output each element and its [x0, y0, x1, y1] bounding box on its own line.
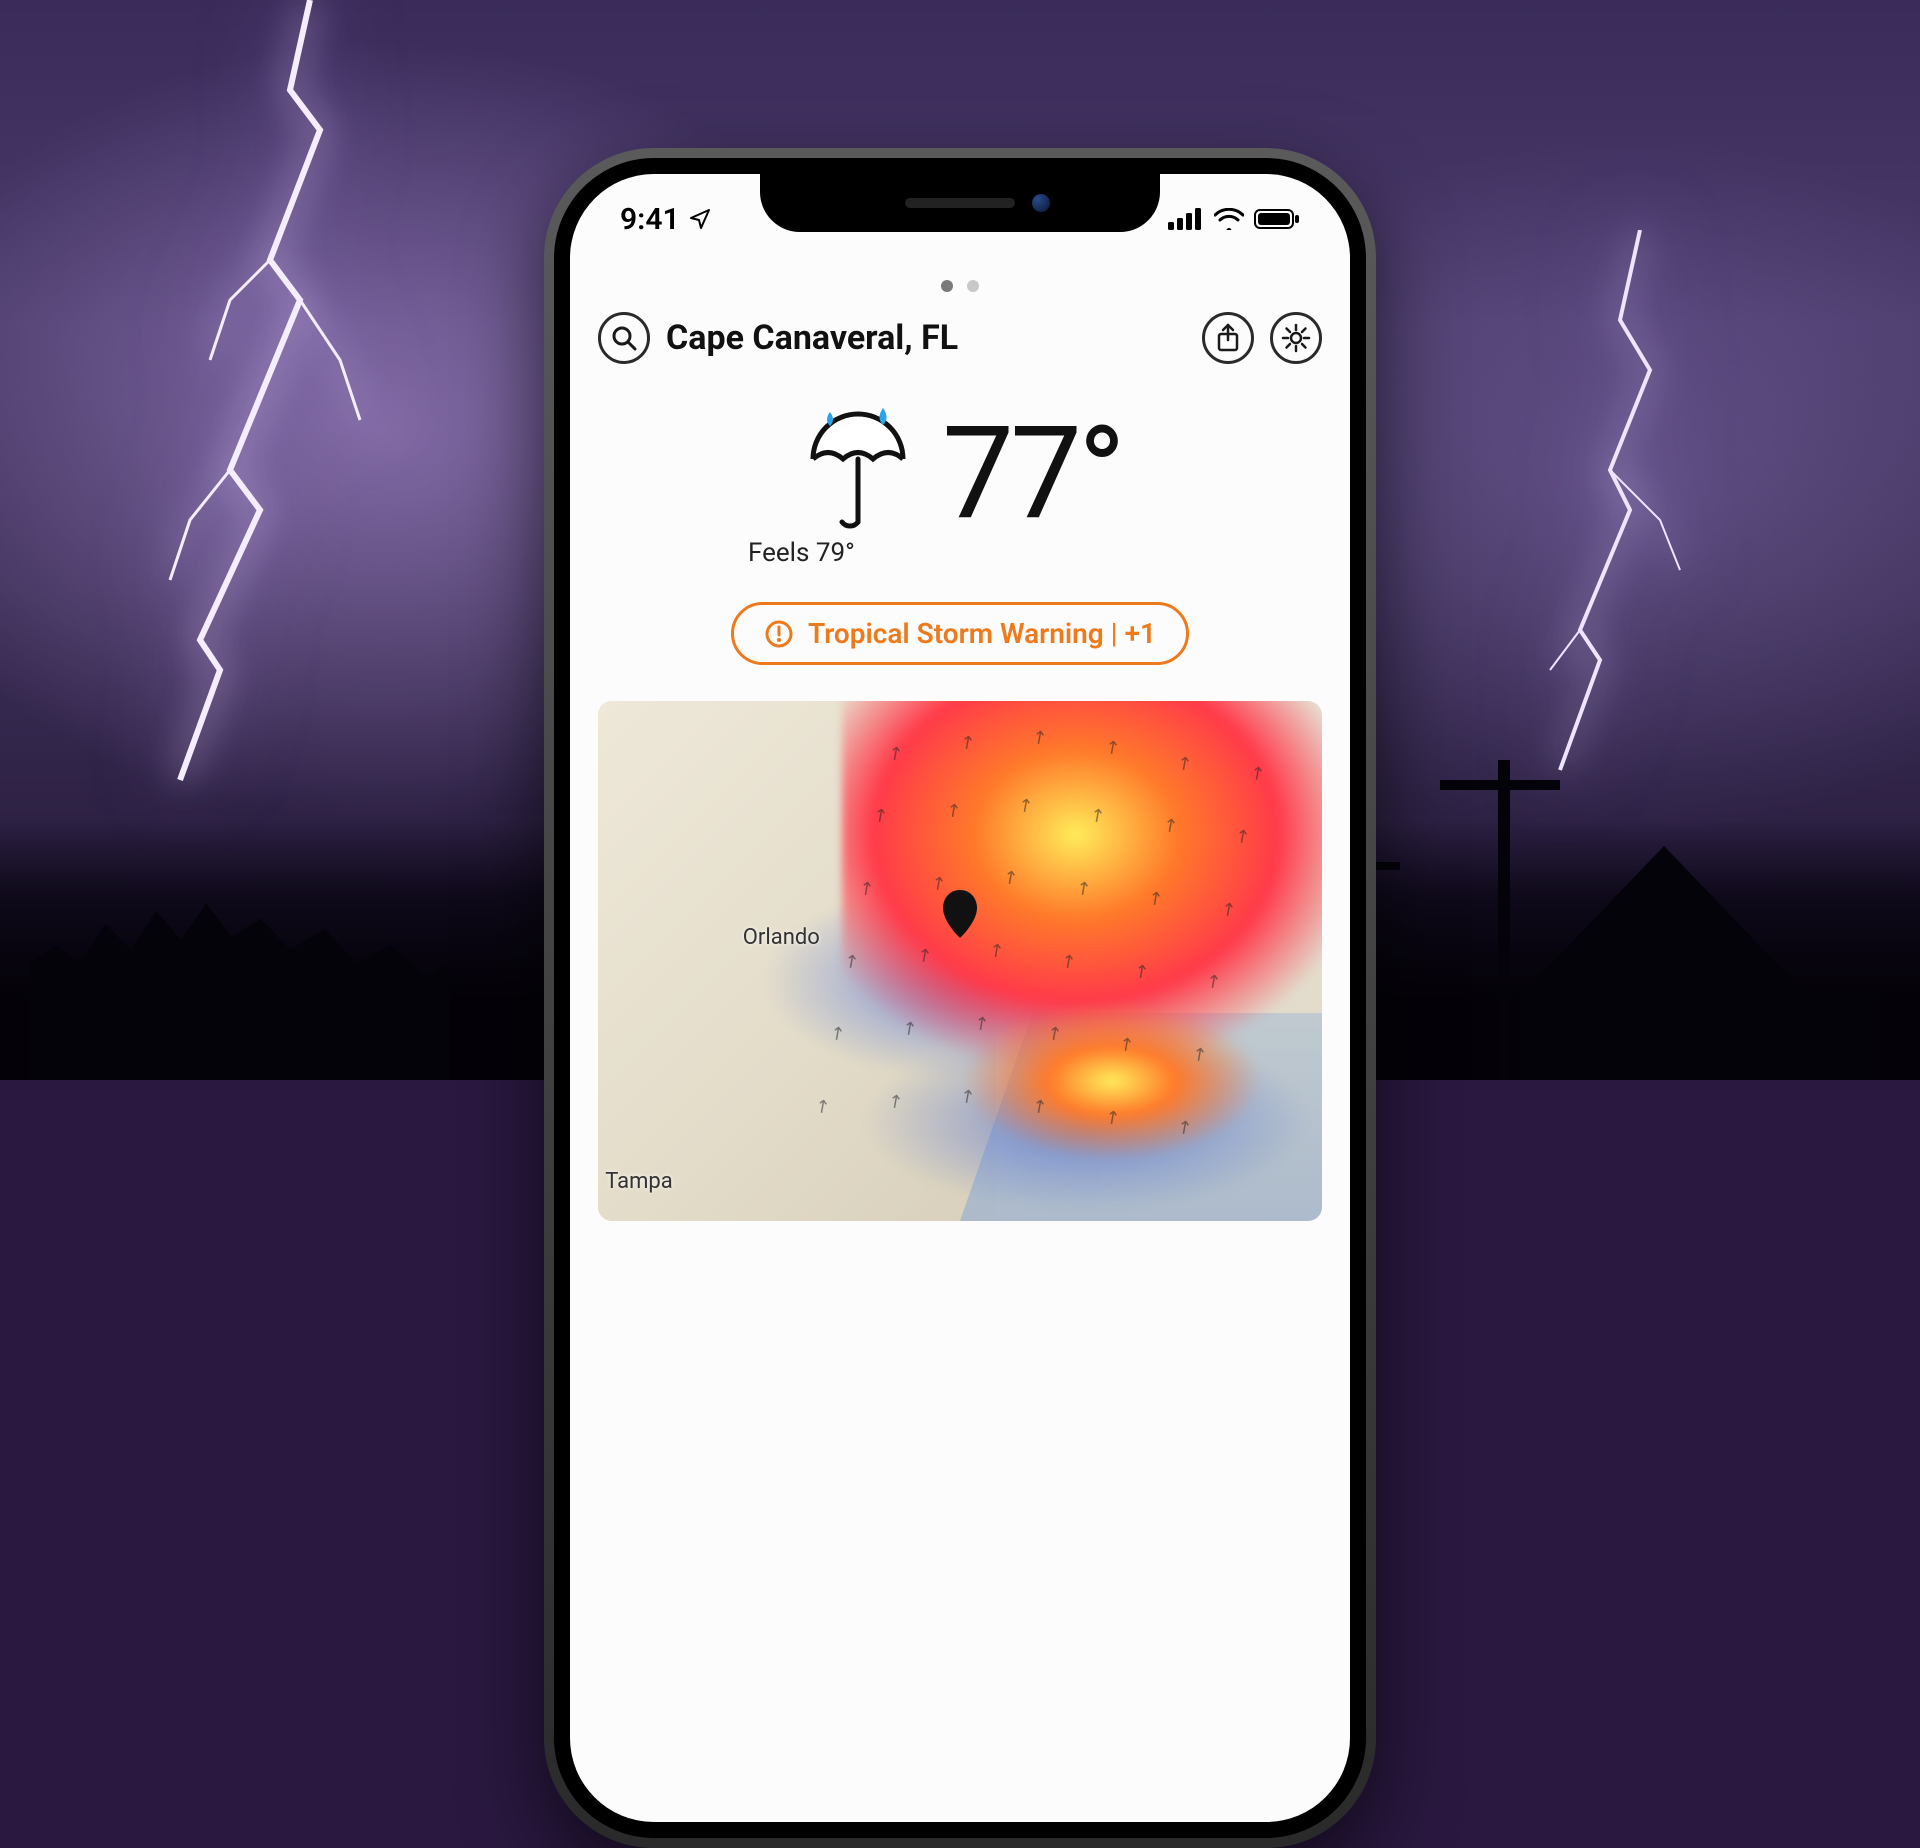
page-dot — [967, 280, 979, 292]
current-conditions: 77° — [598, 404, 1322, 544]
weather-alert-button[interactable]: Tropical Storm Warning | +1 — [731, 602, 1189, 665]
location-title[interactable]: Cape Canaveral, FL — [666, 318, 1186, 358]
page-dot-active — [941, 280, 953, 292]
alert-text: Tropical Storm Warning | +1 — [808, 617, 1156, 650]
wind-arrows-layer: ↗↗↗↗↗↗ ↗↗↗↗↗↗ ↗↗↗↗↗↗ ↗↗↗↗↗↗ ↗↗↗↗↗↗ ↗↗↗↗↗… — [598, 701, 1322, 1221]
share-button[interactable] — [1202, 312, 1254, 364]
temperature-value: 77° — [942, 410, 1122, 538]
share-icon — [1215, 323, 1241, 353]
header-row: Cape Canaveral, FL — [598, 312, 1322, 364]
status-bar: 9:41 — [570, 174, 1350, 254]
location-pin-icon — [940, 888, 980, 940]
status-time: 9:41 — [620, 202, 680, 237]
umbrella-rain-icon — [798, 404, 918, 544]
alert-icon — [764, 619, 794, 649]
phone-screen: 9:41 — [570, 174, 1350, 1822]
battery-icon — [1254, 208, 1300, 230]
power-pole — [1498, 760, 1510, 1080]
power-pole-cross — [1440, 780, 1560, 790]
lightning-bolt-left — [110, 0, 430, 820]
search-button[interactable] — [598, 312, 650, 364]
cellular-signal-icon — [1168, 208, 1204, 230]
phone-frame: 9:41 — [544, 148, 1376, 1848]
city-label-tampa: Tampa — [605, 1169, 673, 1194]
radar-map[interactable]: ↗↗↗↗↗↗ ↗↗↗↗↗↗ ↗↗↗↗↗↗ ↗↗↗↗↗↗ ↗↗↗↗↗↗ ↗↗↗↗↗… — [598, 701, 1322, 1221]
wifi-icon — [1214, 208, 1244, 230]
location-arrow-icon — [688, 207, 712, 231]
gear-icon — [1281, 323, 1311, 353]
settings-button[interactable] — [1270, 312, 1322, 364]
search-icon — [610, 324, 638, 352]
page-indicator[interactable] — [598, 280, 1322, 292]
lightning-bolt-right — [1520, 230, 1760, 790]
city-label-orlando: Orlando — [743, 925, 820, 950]
